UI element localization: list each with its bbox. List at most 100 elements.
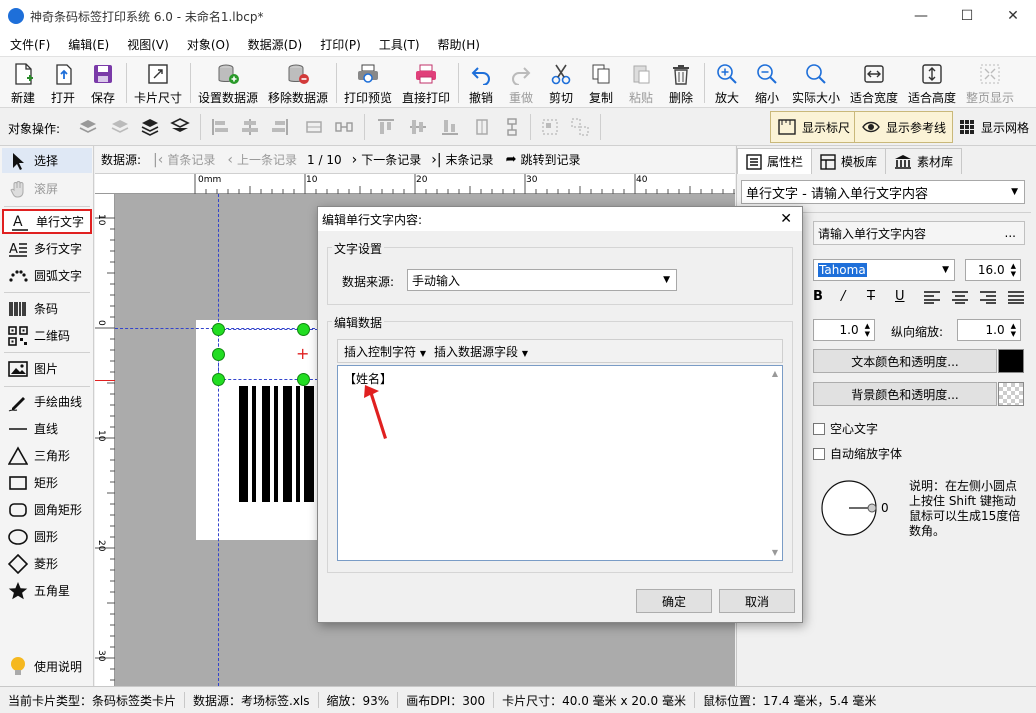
zoom-out-button[interactable]: 缩小 (748, 59, 786, 107)
resize-handle[interactable] (297, 373, 310, 386)
align-middle-icon[interactable] (408, 117, 428, 137)
ok-button[interactable]: 确定 (636, 589, 712, 613)
menu-tools[interactable]: 工具(T) (369, 36, 428, 53)
text-color-swatch[interactable] (998, 349, 1024, 373)
object-selector[interactable]: 单行文字 - 请输入单行文字内容 ▼ (741, 180, 1025, 204)
menu-edit[interactable]: 编辑(E) (58, 36, 117, 53)
tool-star[interactable]: 五角星 (2, 578, 92, 603)
resize-handle[interactable] (212, 323, 225, 336)
show-ruler-toggle[interactable]: 显示标尺 (770, 111, 858, 143)
tool-diamond[interactable]: 菱形 (2, 551, 92, 576)
new-button[interactable]: 新建 (4, 59, 42, 107)
vertical-guide-line[interactable] (218, 194, 219, 686)
help-guide-button[interactable]: 使用说明 (2, 654, 92, 679)
tool-image[interactable]: 图片 (2, 356, 92, 381)
vertical-scale-stepper[interactable]: 1.0 ▲ ▼ (957, 319, 1021, 341)
copy-button[interactable]: 复制 (582, 59, 620, 107)
tab-material-library[interactable]: 素材库 (885, 148, 963, 174)
insert-control-char-button[interactable]: 插入控制字符 ▼ (344, 343, 426, 360)
print-preview-button[interactable]: 打印预览 (340, 59, 396, 107)
text-color-button[interactable]: 文本颜色和透明度... (813, 349, 997, 373)
tool-pan[interactable]: 滚屏 (2, 176, 92, 201)
bold-button[interactable]: B (813, 289, 823, 304)
undo-button[interactable]: 撤销 (462, 59, 500, 107)
tool-freehand[interactable]: 手绘曲线 (2, 389, 92, 414)
align-right-icon[interactable] (979, 290, 997, 304)
tool-rounded-rectangle[interactable]: 圆角矩形 (2, 497, 92, 522)
card-size-button[interactable]: 卡片尺寸 (130, 59, 186, 107)
font-family-select[interactable]: Tahoma ▼ (813, 259, 955, 281)
menu-datasource[interactable]: 数据源(D) (238, 36, 311, 53)
auto-shrink-font-checkbox[interactable]: 自动缩放字体 (813, 445, 902, 462)
tab-properties[interactable]: 属性栏 (737, 148, 813, 174)
tool-line[interactable]: 直线 (2, 416, 92, 441)
redo-button[interactable]: 重做 (502, 59, 540, 107)
italic-button[interactable]: / (841, 289, 845, 304)
fit-page-button[interactable]: 整页显示 (962, 59, 1018, 107)
last-record-button[interactable]: ›| 末条记录 (431, 151, 493, 168)
fit-height-button[interactable]: 适合高度 (904, 59, 960, 107)
actual-size-button[interactable]: 实际大小 (788, 59, 844, 107)
send-backward-icon[interactable] (110, 117, 130, 137)
set-datasource-button[interactable]: 设置数据源 (194, 59, 262, 107)
send-to-back-icon[interactable] (170, 117, 190, 137)
hollow-text-checkbox[interactable]: 空心文字 (813, 420, 878, 437)
tool-single-line-text[interactable]: A 单行文字 (2, 209, 92, 234)
text-content-field[interactable]: 请输入单行文字内容 ... (813, 221, 1025, 245)
tool-barcode[interactable]: 条码 (2, 296, 92, 321)
first-record-button[interactable]: |‹ 首条记录 (153, 151, 215, 168)
font-size-stepper[interactable]: 16.0 ▲ ▼ (965, 259, 1021, 281)
close-button[interactable]: ✕ (990, 0, 1036, 32)
tool-qrcode[interactable]: 二维码 (2, 323, 92, 348)
distribute-horizontal-icon[interactable] (334, 117, 354, 137)
align-center-icon[interactable] (240, 117, 260, 137)
browse-button[interactable]: ... (1005, 226, 1016, 240)
menu-help[interactable]: 帮助(H) (428, 36, 488, 53)
bring-forward-icon[interactable] (78, 117, 98, 137)
jump-to-record-button[interactable]: ➦ 跳转到记录 (506, 151, 581, 168)
insert-datasource-field-button[interactable]: 插入数据源字段 ▼ (434, 343, 528, 360)
fit-width-button[interactable]: 适合宽度 (846, 59, 902, 107)
resize-handle[interactable] (212, 348, 225, 361)
show-guides-toggle[interactable]: 显示参考线 (854, 111, 954, 143)
show-grid-toggle[interactable]: 显示网格 (952, 111, 1035, 143)
direct-print-button[interactable]: 直接打印 (398, 59, 454, 107)
zoom-in-button[interactable]: 放大 (708, 59, 746, 107)
align-left-icon[interactable] (923, 290, 941, 304)
horizontal-scale-stepper[interactable]: 1.0 ▲ ▼ (813, 319, 875, 341)
distribute-vertical-icon[interactable] (502, 117, 522, 137)
cancel-button[interactable]: 取消 (719, 589, 795, 613)
menu-file[interactable]: 文件(F) (0, 36, 58, 53)
dialog-close-button[interactable]: ✕ (780, 211, 792, 227)
align-center-icon[interactable] (951, 290, 969, 304)
align-left-icon[interactable] (210, 117, 230, 137)
minimize-button[interactable]: — (898, 0, 944, 32)
group-icon[interactable] (540, 117, 560, 137)
tool-rectangle[interactable]: 矩形 (2, 470, 92, 495)
delete-button[interactable]: 删除 (662, 59, 700, 107)
ungroup-icon[interactable] (570, 117, 590, 137)
resize-handle[interactable] (212, 373, 225, 386)
align-bottom-icon[interactable] (440, 117, 460, 137)
scroll-up-icon[interactable]: ▲ (772, 369, 778, 378)
strikethrough-button[interactable]: T (867, 289, 875, 304)
same-width-icon[interactable] (304, 117, 324, 137)
tab-template-library[interactable]: 模板库 (811, 148, 887, 174)
prev-record-button[interactable]: ‹ 上一条记录 (227, 151, 297, 168)
align-right-icon[interactable] (270, 117, 290, 137)
data-source-select[interactable]: 手动输入 ▼ (407, 269, 677, 291)
tool-arc-text[interactable]: 圆弧文字 (2, 263, 92, 288)
menu-object[interactable]: 对象(O) (177, 36, 238, 53)
next-record-button[interactable]: › 下一条记录 (352, 151, 422, 168)
bring-to-front-icon[interactable] (140, 117, 160, 137)
remove-datasource-button[interactable]: 移除数据源 (264, 59, 332, 107)
justify-icon[interactable] (1007, 290, 1025, 304)
background-color-button[interactable]: 背景颜色和透明度... (813, 382, 997, 406)
menu-view[interactable]: 视图(V) (117, 36, 177, 53)
save-button[interactable]: 保存 (84, 59, 122, 107)
background-color-swatch[interactable] (998, 382, 1024, 406)
cut-button[interactable]: 剪切 (542, 59, 580, 107)
maximize-button[interactable]: ☐ (944, 0, 990, 32)
barcode-object[interactable] (236, 386, 320, 502)
tool-circle[interactable]: 圆形 (2, 524, 92, 549)
